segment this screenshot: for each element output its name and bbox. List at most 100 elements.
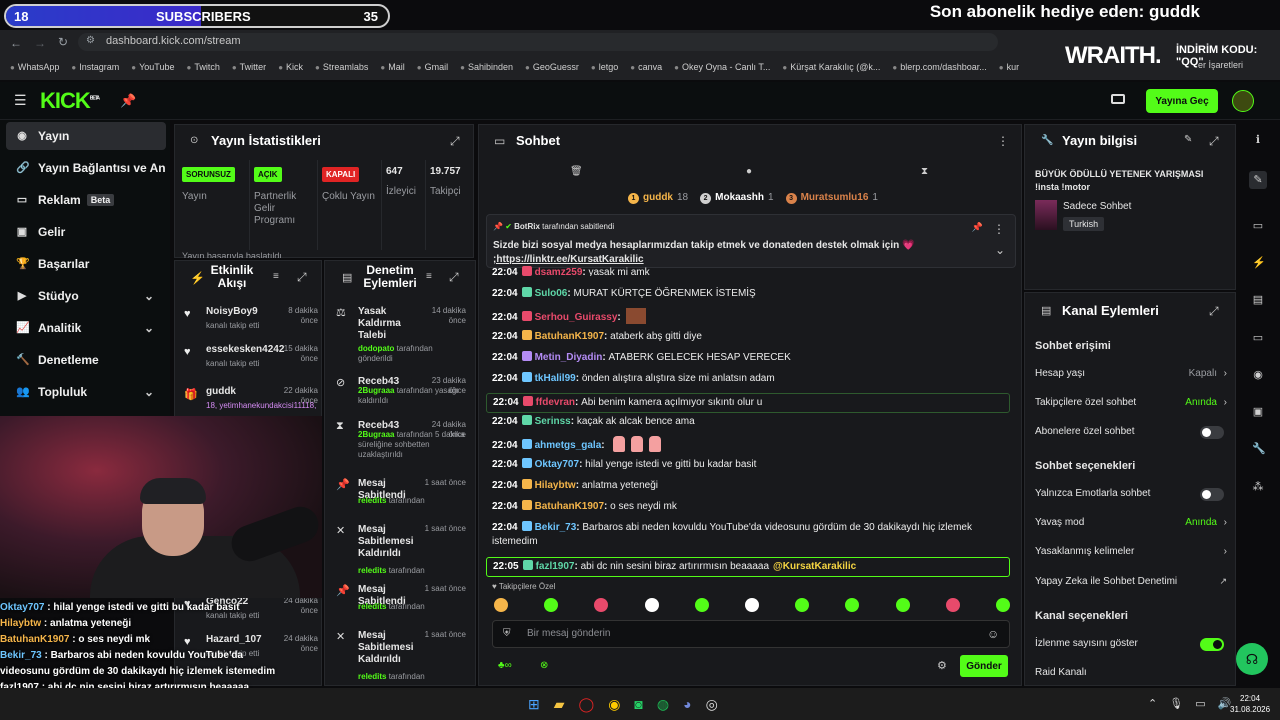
- category-name[interactable]: Sadece Sohbet: [1063, 201, 1131, 212]
- sidebar-item-ads[interactable]: ▭ Reklam Beta: [6, 186, 166, 214]
- emote-icon[interactable]: [845, 598, 860, 612]
- sidebar-item-community[interactable]: 👥 Topluluk ⌄: [6, 378, 166, 406]
- message-user[interactable]: dsamz259: [535, 267, 583, 276]
- moderation-actor[interactable]: 2Bugraaa: [358, 430, 394, 439]
- banned-words-row[interactable]: Yasaklanmış kelimeler ›: [1035, 546, 1227, 557]
- emote-only-toggle[interactable]: [1200, 488, 1224, 501]
- bolt-icon[interactable]: ⚡: [1252, 257, 1266, 269]
- unpin-icon[interactable]: 📌: [972, 222, 983, 233]
- bookmark-item[interactable]: letgo: [591, 62, 619, 72]
- expand-icon[interactable]: ⤢: [1209, 134, 1219, 149]
- sidebar-item-revenue[interactable]: ▣ Gelir: [6, 218, 166, 246]
- sidebar-item-studio[interactable]: ▶ Stüdyo ⌄: [6, 282, 166, 310]
- emote-icon[interactable]: [494, 598, 508, 612]
- moderation-actor[interactable]: dodopato: [358, 344, 394, 353]
- expand-icon[interactable]: ⤢: [1209, 304, 1219, 319]
- emote-icon[interactable]: [895, 598, 910, 612]
- chat-message[interactable]: 22:05 fazl1907: abi dc nin sesini biraz a…: [486, 557, 1010, 577]
- followers-only-row[interactable]: Takipçilere özel sohbet Anında ›: [1035, 397, 1227, 408]
- more-icon[interactable]: ⋮: [997, 134, 1009, 148]
- community-icon[interactable]: ⁂: [1252, 481, 1264, 493]
- hourglass-icon[interactable]: ⧗: [921, 166, 928, 177]
- emote-icon[interactable]: [694, 598, 709, 612]
- emote-icon[interactable]: [594, 598, 609, 612]
- document-icon[interactable]: ▤: [1252, 294, 1264, 306]
- bookmark-item[interactable]: Instagram: [71, 62, 119, 72]
- bookmark-item[interactable]: YouTube: [131, 62, 174, 72]
- menu-icon[interactable]: ☰: [14, 92, 27, 109]
- theater-icon[interactable]: [1111, 94, 1125, 104]
- chat-message[interactable]: 22:04 Serhou_Guirassy:: [492, 308, 1012, 325]
- chevron-up-icon[interactable]: ⌃: [1148, 697, 1157, 710]
- message-mention[interactable]: @KursatKarakilic: [773, 561, 856, 572]
- bookmark-item[interactable]: kur: [999, 62, 1020, 72]
- forward-icon[interactable]: →: [34, 36, 46, 50]
- info-icon[interactable]: ℹ: [1252, 134, 1264, 146]
- emote-icon[interactable]: [945, 598, 960, 612]
- chat-message[interactable]: 22:04 dsamz259: yasak mi amk: [492, 266, 1012, 276]
- account-age-row[interactable]: Hesap yaşı Kapalı ›: [1035, 368, 1227, 379]
- emote-icon[interactable]: [795, 598, 810, 612]
- bookmark-item[interactable]: GeoGuessr: [525, 62, 579, 72]
- opera-icon[interactable]: ◯: [579, 696, 595, 713]
- bookmark-item[interactable]: WhatsApp: [10, 62, 60, 72]
- expand-icon[interactable]: ⤢: [297, 270, 307, 285]
- chat-message[interactable]: 22:04 Serinss: kaçak ak alcak bence ama: [492, 415, 1012, 429]
- file-explorer-icon[interactable]: ▰: [554, 696, 565, 713]
- bookmark-item[interactable]: Gmail: [417, 62, 449, 72]
- ai-moderation-row[interactable]: Yapay Zeka ile Sohbet Denetimi ↗: [1035, 576, 1227, 587]
- discord-icon[interactable]: ◕: [683, 696, 691, 713]
- top-gifter[interactable]: 1 guddk 18: [628, 192, 688, 204]
- kick-logo[interactable]: KICKBETA: [40, 88, 100, 114]
- bookmark-item[interactable]: Okey Oyna - Canlı T...: [674, 62, 770, 72]
- message-user[interactable]: fazl1907: [536, 561, 575, 572]
- emote-icon[interactable]: [644, 598, 659, 612]
- moderation-actor[interactable]: 2Bugraaa: [358, 386, 394, 395]
- sidebar-item-analytics[interactable]: 📈 Analitik ⌄: [6, 314, 166, 342]
- message-user[interactable]: Serhou_Guirassy: [535, 312, 618, 323]
- message-user[interactable]: Hilaybtw: [535, 480, 576, 491]
- sidebar-item-moderation[interactable]: 🔨 Denetleme: [6, 346, 166, 374]
- message-user[interactable]: Bekir_73: [535, 522, 577, 533]
- message-user[interactable]: Oktay707: [535, 459, 579, 470]
- moderation-actor[interactable]: reledits: [358, 602, 386, 611]
- bookmark-item[interactable]: Streamlabs: [315, 62, 369, 72]
- chevron-down-icon[interactable]: ⌄: [995, 243, 1005, 257]
- bookmark-item[interactable]: Kick: [278, 62, 303, 72]
- expand-icon[interactable]: ⤢: [450, 134, 460, 149]
- chat-message[interactable]: 22:04 Bekir_73: Barbaros abi neden kovuld…: [492, 521, 1012, 549]
- chat-message[interactable]: 22:04 ffdevran: Abi benim kamera açılmıyo…: [486, 393, 1010, 413]
- bookmark-item[interactable]: blerp.com/dashboar...: [892, 62, 987, 72]
- avatar[interactable]: [1232, 90, 1254, 112]
- sidebar-item-stream-key[interactable]: 🔗 Yayın Bağlantısı ve Anahtar: [6, 154, 166, 182]
- chat-message[interactable]: 22:04 Metin_Diyadin: ATABERK GELECEK HESA…: [492, 351, 1012, 365]
- edit-icon[interactable]: ✎: [1249, 171, 1267, 189]
- chat-icon[interactable]: ▭: [1252, 332, 1264, 344]
- edit-icon[interactable]: ✎: [1184, 134, 1192, 145]
- bookmark-item[interactable]: Mail: [380, 62, 405, 72]
- subs-only-toggle[interactable]: [1200, 426, 1224, 439]
- show-views-toggle[interactable]: [1200, 638, 1224, 651]
- chat-message[interactable]: 22:04 Oktay707: hilal yenge istedi ve git…: [492, 458, 1012, 472]
- bookmark-item[interactable]: Sahibinden: [460, 62, 513, 72]
- microphone-icon[interactable]: 🎙: [1169, 697, 1183, 710]
- chat-bubble-icon[interactable]: ●: [746, 166, 752, 177]
- kick-points-icon[interactable]: ♣∞: [498, 660, 512, 671]
- pinned-link[interactable]: ;https://linktr.ee/KursatKarakilic: [493, 254, 644, 265]
- pin-icon[interactable]: 📌: [120, 93, 136, 109]
- message-user[interactable]: BatuhanK1907: [535, 501, 604, 512]
- chat-message[interactable]: 22:04 BatuhanK1907: ataberk abş gitti diy…: [492, 330, 1012, 344]
- bookmark-item[interactable]: canva: [630, 62, 662, 72]
- trash-icon[interactable]: 🗑: [570, 166, 583, 177]
- expand-icon[interactable]: ⤢: [449, 270, 459, 285]
- support-icon[interactable]: ☊: [1236, 643, 1268, 675]
- reload-icon[interactable]: ↻: [58, 35, 68, 49]
- bookmark-item[interactable]: Kürşat Karakılıç (@k...: [782, 62, 880, 72]
- message-user[interactable]: tkHalil99: [535, 373, 576, 384]
- kick-icon[interactable]: ⊗: [540, 660, 548, 671]
- message-user[interactable]: BatuhanK1907: [535, 331, 604, 342]
- address-bar[interactable]: dashboard.kick.com/stream: [78, 33, 998, 51]
- bookmark-item[interactable]: Twitch: [186, 62, 220, 72]
- top-gifter[interactable]: 3 Muratsumlu16 1: [785, 192, 878, 204]
- slow-mode-row[interactable]: Yavaş mod Anında ›: [1035, 517, 1227, 528]
